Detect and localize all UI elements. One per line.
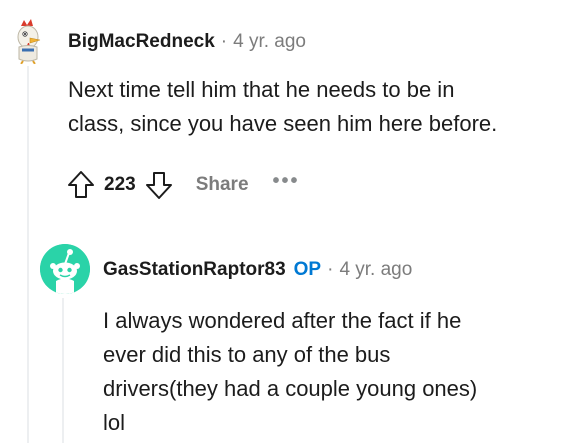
comment-thread: BigMacRedneck · 4 yr. ago Next time tell h… bbox=[0, 0, 572, 443]
comment-meta: BigMacRedneck · 4 yr. ago bbox=[68, 30, 306, 54]
comment-body-line: ever did this to any of the bus bbox=[103, 342, 391, 367]
share-button[interactable]: Share bbox=[196, 174, 249, 196]
comment-body-line: drivers(they had a couple young ones) bbox=[103, 376, 478, 401]
meta-separator: · bbox=[327, 259, 334, 280]
comment-body-line: lol bbox=[103, 410, 126, 435]
comment-body-line: class, since you have seen him here befo… bbox=[68, 111, 498, 136]
upvote-button[interactable] bbox=[64, 167, 98, 203]
upvote-arrow-icon bbox=[68, 171, 94, 198]
meta-separator: · bbox=[220, 31, 228, 52]
comment-meta: GasStationRaptor83 OP · 4 yr. ago bbox=[103, 258, 412, 282]
comment-age[interactable]: 4 yr. ago bbox=[339, 259, 412, 280]
downvote-arrow-icon bbox=[145, 172, 172, 199]
downvote-button[interactable] bbox=[142, 167, 176, 203]
thread-collapse-line[interactable] bbox=[27, 66, 29, 443]
author-name[interactable]: GasStationRaptor83 bbox=[103, 259, 286, 280]
comment-body-line: I always wondered after the fact if he bbox=[103, 308, 462, 333]
reply-thread-line[interactable] bbox=[62, 298, 64, 443]
comment-body: I always wondered after the fact if he e… bbox=[103, 304, 563, 440]
snoo-avatar-icon[interactable] bbox=[40, 244, 90, 294]
vote-score: 223 bbox=[104, 174, 136, 195]
op-badge: OP bbox=[293, 259, 322, 280]
rooster-avatar-icon[interactable] bbox=[4, 17, 52, 65]
more-options-icon[interactable]: ••• bbox=[273, 170, 300, 193]
comment-body-line: Next time tell him that he needs to be i… bbox=[68, 77, 455, 102]
comment-actions: 223 Share ••• bbox=[64, 167, 300, 203]
comment-body: Next time tell him that he needs to be i… bbox=[68, 73, 568, 141]
comment-age[interactable]: 4 yr. ago bbox=[233, 31, 306, 52]
author-name[interactable]: BigMacRedneck bbox=[68, 31, 215, 52]
